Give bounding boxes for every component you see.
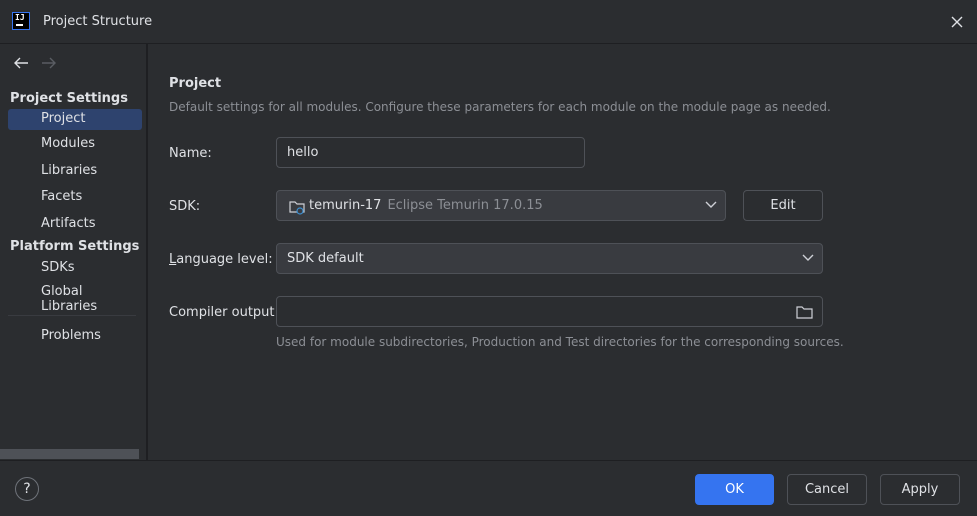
page-title: Project: [169, 76, 222, 91]
window-title: Project Structure: [43, 14, 153, 29]
sidebar-item-modules[interactable]: Modules: [8, 134, 142, 155]
name-field[interactable]: hello: [276, 137, 585, 168]
sdk-detail: Eclipse Temurin 17.0.15: [387, 198, 543, 213]
cancel-button[interactable]: Cancel: [787, 474, 867, 505]
section-project-settings: Project Settings: [10, 91, 128, 106]
sidebar-item-label: Libraries: [41, 163, 98, 178]
app-icon-text: IJ: [15, 13, 25, 22]
name-value: hello: [287, 145, 319, 160]
help-button[interactable]: ?: [15, 477, 39, 501]
name-label: Name:: [169, 146, 212, 161]
page-description: Default settings for all modules. Config…: [169, 100, 831, 114]
language-level-value: SDK default: [287, 251, 364, 266]
sdk-folder-icon: [289, 201, 305, 215]
sidebar-item-label: Modules: [41, 136, 96, 151]
sidebar-item-libraries[interactable]: Libraries: [8, 161, 142, 182]
language-level-label: Language level:: [169, 252, 273, 267]
chevron-down-icon: [705, 201, 717, 208]
sidebar-scrollbar[interactable]: [0, 449, 139, 459]
edit-button[interactable]: Edit: [743, 190, 823, 221]
forward-arrow-icon[interactable]: [40, 56, 58, 70]
folder-icon[interactable]: [796, 305, 814, 319]
sidebar-item-label: Artifacts: [41, 216, 96, 231]
ok-button[interactable]: OK: [695, 474, 774, 505]
sidebar-divider: [8, 315, 136, 316]
compiler-output-hint: Used for module subdirectories, Producti…: [276, 335, 844, 349]
sidebar-item-label: Facets: [41, 189, 83, 204]
sidebar-item-facets[interactable]: Facets: [8, 187, 142, 208]
compiler-output-label: Compiler output:: [169, 305, 279, 320]
sidebar-item-label: SDKs: [41, 260, 75, 275]
language-level-dropdown[interactable]: SDK default: [276, 243, 823, 274]
compiler-output-field[interactable]: [276, 296, 823, 327]
sidebar-item-label: Problems: [41, 328, 101, 343]
section-platform-settings: Platform Settings: [10, 239, 140, 254]
language-level-label-text: anguage level:: [176, 252, 273, 267]
chevron-down-icon: [802, 254, 814, 261]
back-arrow-icon[interactable]: [12, 56, 30, 70]
close-icon[interactable]: [947, 12, 967, 32]
sidebar-item-label: Global Libraries: [41, 284, 98, 314]
sidebar-item-sdks[interactable]: SDKs: [8, 258, 142, 279]
apply-button[interactable]: Apply: [880, 474, 960, 505]
sidebar-item-global-libraries[interactable]: Global Libraries: [8, 282, 142, 314]
intellij-logo-icon: IJ: [12, 12, 30, 30]
sidebar-item-artifacts[interactable]: Artifacts: [8, 214, 142, 235]
sidebar-item-problems[interactable]: Problems: [8, 326, 142, 347]
title-bar: IJ Project Structure: [0, 0, 977, 44]
sidebar-item-label: Project: [41, 111, 86, 126]
sdk-name: temurin-17: [309, 198, 382, 213]
sdk-dropdown[interactable]: temurin-17 Eclipse Temurin 17.0.15: [276, 190, 726, 221]
sidebar-item-project[interactable]: Project: [8, 109, 142, 130]
sdk-label: SDK:: [169, 199, 201, 214]
